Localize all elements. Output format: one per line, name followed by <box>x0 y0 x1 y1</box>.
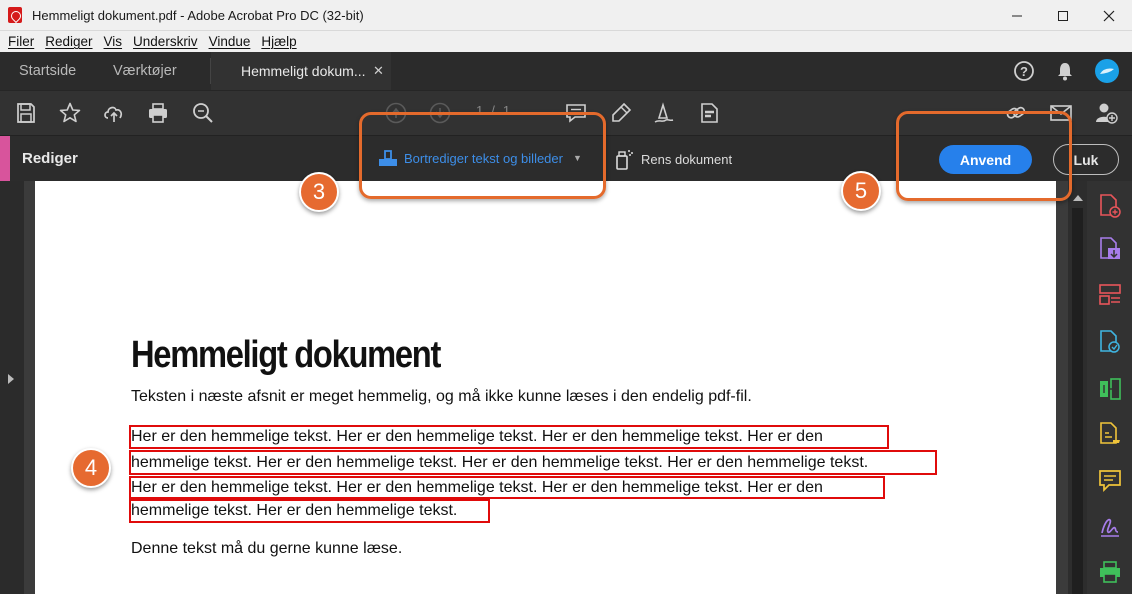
star-icon[interactable] <box>58 101 82 125</box>
right-tools-panel <box>1087 181 1132 594</box>
close-window-button[interactable] <box>1086 0 1132 31</box>
print-icon[interactable] <box>146 101 170 125</box>
menu-rediger[interactable]: Rediger <box>45 34 92 49</box>
minimize-icon <box>1012 15 1022 16</box>
menu-vindue[interactable]: Vindue <box>209 34 251 49</box>
minimize-button[interactable] <box>994 0 1040 31</box>
redact-title: Rediger <box>22 150 78 167</box>
step-badge-5: 5 <box>841 171 881 211</box>
tab-close-icon[interactable]: ✕ <box>373 63 384 79</box>
notification-bell-icon[interactable] <box>1054 60 1076 82</box>
upload-icon[interactable] <box>102 101 126 125</box>
maximize-button[interactable] <box>1040 0 1086 31</box>
left-panel-strip <box>0 181 24 594</box>
top-right-icons: ? <box>1012 52 1132 90</box>
document-heading: Hemmeligt dokument <box>131 334 441 376</box>
print-production-icon[interactable] <box>1098 559 1122 585</box>
callout-apply <box>896 111 1072 201</box>
fill-sign-icon[interactable] <box>1098 421 1122 447</box>
tab-tools[interactable]: Værktøjer <box>113 52 177 90</box>
add-user-icon[interactable] <box>1094 101 1118 125</box>
comment-panel-icon[interactable] <box>1098 468 1122 494</box>
document-outro: Denne tekst må du gerne kunne læse. <box>131 540 403 557</box>
save-icon[interactable] <box>14 101 38 125</box>
svg-text:?: ? <box>1020 64 1028 79</box>
signature-icon[interactable] <box>1098 514 1122 540</box>
tab-document[interactable]: Hemmeligt dokum... <box>211 52 391 90</box>
redaction-mark[interactable] <box>129 476 885 499</box>
acrobat-app-icon <box>8 7 22 23</box>
redact-color-strip <box>0 136 10 182</box>
menu-bar: Filer Rediger Vis Underskriv Vindue Hjæl… <box>0 31 1132 52</box>
spray-icon <box>616 150 633 170</box>
title-bar: Hemmeligt dokument.pdf - Adobe Acrobat P… <box>0 0 1132 31</box>
create-pdf-icon[interactable] <box>1098 193 1122 219</box>
menu-hjaelp[interactable]: Hjælp <box>261 34 296 49</box>
window-title: Hemmeligt dokument.pdf - Adobe Acrobat P… <box>32 7 364 23</box>
edit-pdf-icon[interactable] <box>1098 329 1122 355</box>
menu-filer[interactable]: Filer <box>8 34 34 49</box>
account-avatar[interactable] <box>1094 58 1120 84</box>
export-pdf-icon[interactable] <box>1098 236 1122 262</box>
organize-pages-icon[interactable] <box>1098 281 1122 307</box>
clean-document-label: Rens dokument <box>641 151 733 167</box>
window-controls <box>994 0 1132 31</box>
tab-home[interactable]: Startside <box>19 52 76 90</box>
maximize-icon <box>1058 10 1068 21</box>
vertical-scrollbar[interactable] <box>1068 181 1087 594</box>
callout-redact-tool <box>359 112 606 199</box>
tab-document-label: Hemmeligt dokum... <box>241 63 366 79</box>
clean-document-button[interactable]: Rens dokument <box>614 148 732 170</box>
close-icon <box>1103 10 1115 21</box>
redaction-mark[interactable] <box>129 425 889 449</box>
highlight-icon[interactable] <box>609 101 633 125</box>
menu-vis[interactable]: Vis <box>104 34 123 49</box>
scroll-up-icon[interactable] <box>1073 195 1083 201</box>
menu-underskriv[interactable]: Underskriv <box>133 34 198 49</box>
tab-bar: Startside Værktøjer Hemmeligt dokum... ✕… <box>0 52 1132 90</box>
sign-icon[interactable] <box>652 101 676 125</box>
step-badge-3: 3 <box>299 172 339 212</box>
scroll-track[interactable] <box>1072 208 1083 594</box>
step-badge-4: 4 <box>71 448 111 488</box>
zoom-icon[interactable] <box>191 101 215 125</box>
help-icon[interactable]: ? <box>1012 59 1036 83</box>
compare-icon[interactable] <box>1098 376 1122 402</box>
expand-left-panel-icon[interactable] <box>8 374 14 384</box>
redaction-mark[interactable] <box>129 499 490 523</box>
redact-tool-icon[interactable] <box>697 101 721 125</box>
document-intro: Teksten i næste afsnit er meget hemmelig… <box>131 388 752 405</box>
redaction-mark[interactable] <box>129 450 937 475</box>
